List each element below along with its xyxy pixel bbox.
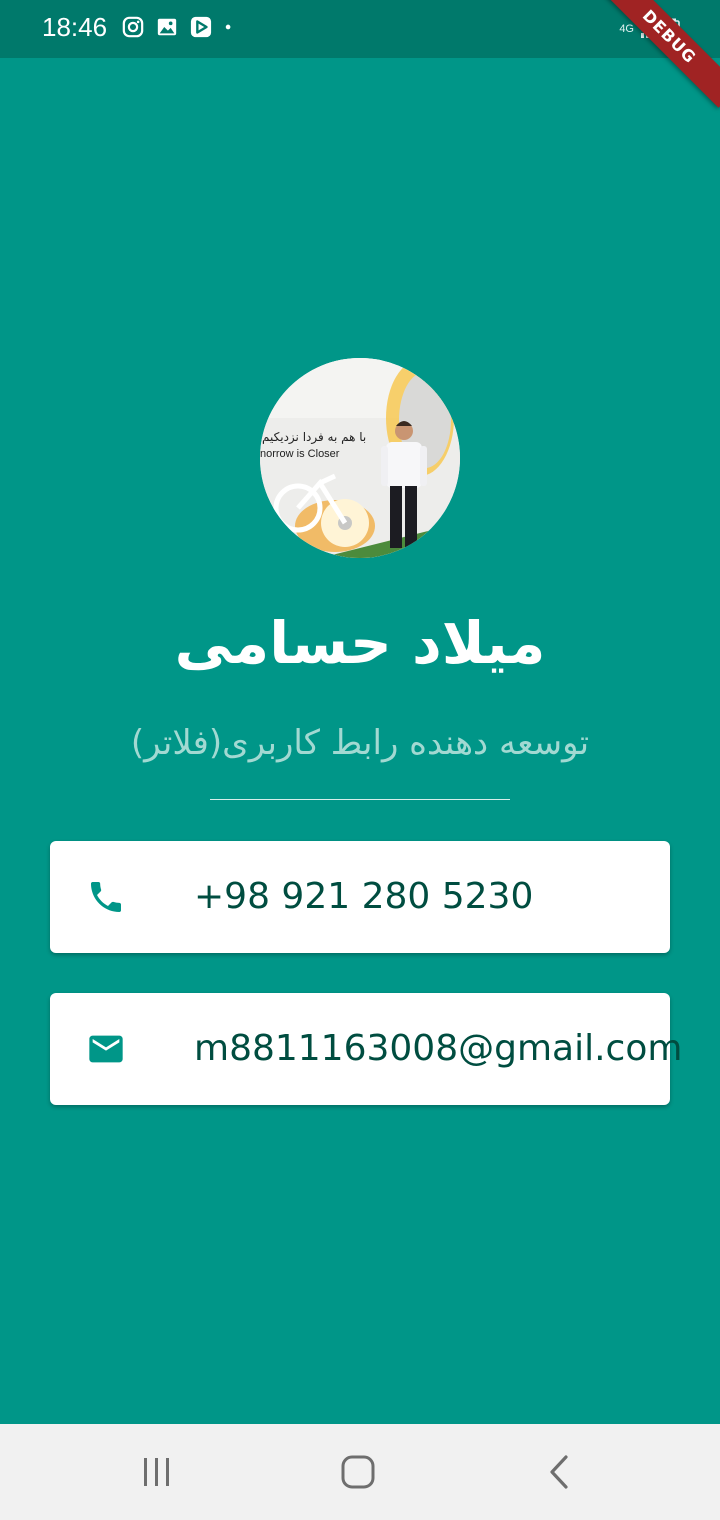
gallery-icon [157, 18, 177, 36]
phone-card[interactable]: +98 921 280 5230 [50, 841, 670, 953]
status-time: 18:46 [42, 12, 108, 42]
status-notification-icons [122, 16, 238, 38]
home-icon[interactable] [338, 1452, 378, 1492]
status-bar: 18:46 4G [0, 0, 720, 58]
email-address: m8811163008@gmail.com [194, 1028, 683, 1069]
profile-job-title: توسعه دهنده رابط کاربری(فلاتر) [130, 723, 590, 763]
instagram-icon [122, 16, 144, 38]
profile-photo: با هم به فردا نزدیکیم norrow is Closer [260, 358, 460, 558]
profile-name: میلاد حسامی [174, 609, 546, 677]
recent-apps-icon[interactable] [137, 1452, 177, 1492]
network-type: 4G [619, 23, 634, 35]
email-icon [89, 1035, 123, 1063]
photo-caption-en: norrow is Closer [260, 448, 340, 460]
navigation-bar [0, 1424, 720, 1520]
photo-caption-fa: با هم به فردا نزدیکیم [262, 430, 366, 445]
back-icon[interactable] [540, 1452, 580, 1492]
divider [210, 799, 510, 800]
profile-avatar: با هم به فردا نزدیکیم norrow is Closer [260, 358, 460, 558]
notification-dot-icon [225, 24, 231, 30]
play-store-icon [190, 16, 212, 38]
email-card[interactable]: m8811163008@gmail.com [50, 993, 682, 1105]
phone-icon [91, 882, 121, 912]
phone-number: +98 921 280 5230 [194, 876, 534, 917]
